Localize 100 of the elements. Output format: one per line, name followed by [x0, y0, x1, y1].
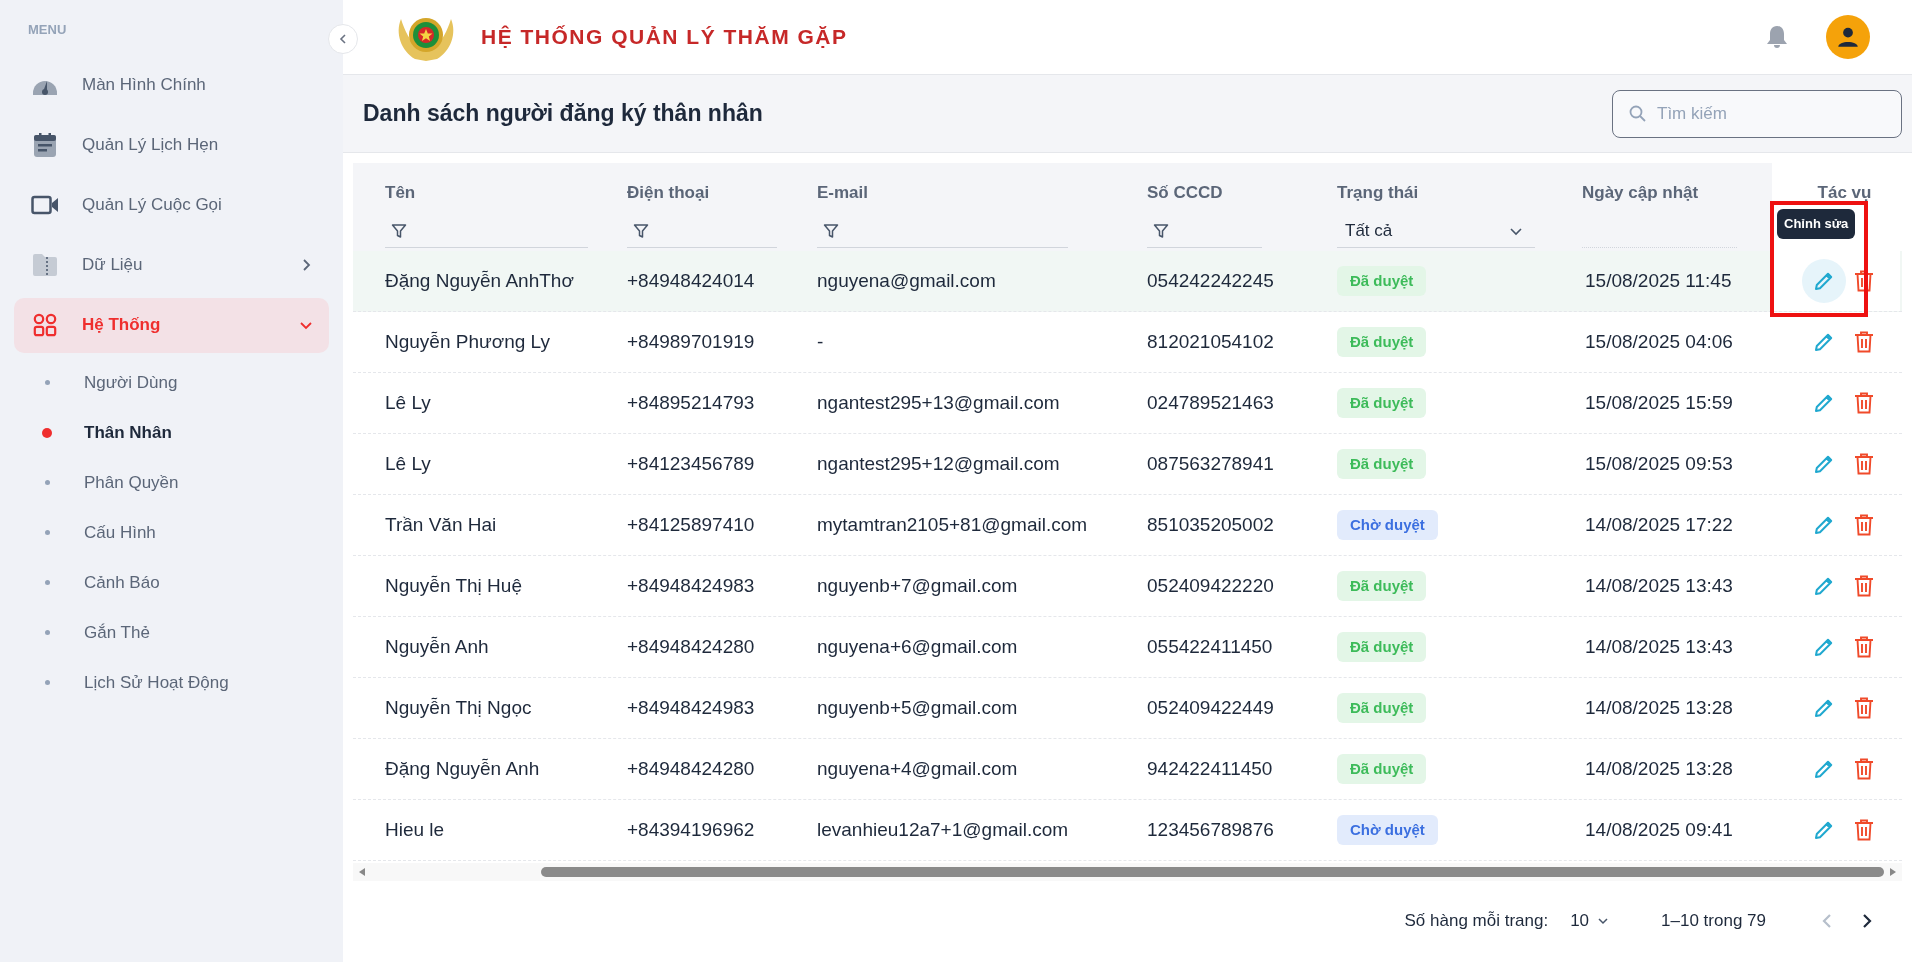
notification-bell-icon[interactable] — [1766, 25, 1788, 49]
table-cell: 123456789876 — [1147, 818, 1274, 840]
rows-per-page-select[interactable]: 10 — [1570, 908, 1610, 934]
sidebar-item[interactable]: Quản Lý Cuộc Gọi — [14, 177, 329, 233]
pencil-icon — [1813, 819, 1835, 841]
submenu-item[interactable]: Thân Nhân — [14, 407, 329, 458]
table-cell: Lê Ly — [385, 452, 431, 474]
status-badge: Đã duyệt — [1337, 326, 1427, 358]
chevron-left-icon — [337, 33, 349, 45]
pencil-icon — [1813, 270, 1835, 292]
search-field[interactable]: Tìm kiếm — [1612, 89, 1902, 138]
sidebar-item[interactable]: Dữ Liệu — [14, 237, 329, 293]
grid-icon — [33, 313, 57, 337]
chevron-down-icon — [1597, 915, 1610, 927]
table-cell: Nguyễn Anh — [385, 635, 489, 657]
pencil-icon — [1813, 392, 1835, 414]
edit-button[interactable] — [1802, 259, 1846, 303]
trash-icon — [1854, 575, 1874, 597]
table-cell: 942422411450 — [1147, 757, 1273, 779]
table-cell: nguyena@gmail.com — [817, 269, 996, 291]
submenu-item[interactable]: Cấu Hình — [14, 507, 329, 558]
status-filter-select[interactable]: Tất cả — [1337, 214, 1535, 248]
table-cell: 054242242245 — [1147, 269, 1274, 291]
table-cell: nguyenb+5@gmail.com — [817, 696, 1018, 718]
table-row[interactable]: Đặng Nguyễn AnhThơ +84948424014 nguyena@gmail.com 054242242245 Đã duyệt 15/08/2025 11:45 — [353, 251, 1902, 312]
filter-icon — [823, 222, 839, 239]
user-avatar[interactable] — [1826, 15, 1870, 59]
table-cell: 024789521463 — [1147, 391, 1274, 413]
table-cell: Nguyễn Thị Huệ — [385, 574, 522, 596]
pencil-icon — [1813, 331, 1835, 353]
trash-icon — [1854, 758, 1874, 780]
sidebar-item[interactable]: Hệ Thống — [14, 297, 329, 353]
trash-icon — [1854, 697, 1874, 719]
table-cell: Trần Văn Hai — [385, 513, 497, 535]
table-cell: 14/08/2025 17:22 — [1585, 513, 1733, 535]
scroll-left-arrow-icon[interactable] — [357, 867, 367, 877]
table-cell: +84989701919 — [627, 330, 755, 352]
pencil-icon — [1813, 453, 1835, 475]
table-cell: +84895214793 — [627, 391, 755, 413]
status-badge: Đã duyệt — [1337, 631, 1427, 663]
table-cell: 15/08/2025 09:53 — [1585, 452, 1733, 474]
table-cell: ngantest295+12@gmail.com — [817, 452, 1060, 474]
table-cell: 15/08/2025 04:06 — [1585, 330, 1733, 352]
horizontal-scrollbar[interactable] — [353, 863, 1902, 881]
table-cell: +84948424280 — [627, 757, 755, 779]
filter-icon — [1153, 222, 1169, 239]
table-cell: 14/08/2025 09:41 — [1585, 818, 1733, 840]
status-badge: Chờ duyệt — [1337, 509, 1438, 541]
table-cell: +84125897410 — [627, 513, 755, 535]
pencil-icon — [1813, 697, 1835, 719]
submenu-item[interactable]: Người Dùng — [14, 357, 329, 408]
table-cell: +84394196962 — [627, 818, 755, 840]
table-cell: Lê Ly — [385, 391, 431, 413]
table-cell: +84948424983 — [627, 696, 755, 718]
table-cell: 15/08/2025 11:45 — [1585, 269, 1732, 291]
status-badge: Đã duyệt — [1337, 265, 1427, 297]
pencil-icon — [1813, 636, 1835, 658]
pencil-icon — [1813, 758, 1835, 780]
trash-icon — [1854, 331, 1874, 353]
trash-icon — [1854, 636, 1874, 658]
table-cell: 14/08/2025 13:43 — [1585, 635, 1733, 657]
table-cell: Hieu le — [385, 818, 445, 840]
submenu-item[interactable]: Cảnh Báo — [14, 557, 329, 608]
search-icon — [1629, 104, 1646, 122]
page-title: Danh sách người đăng ký thân nhân — [363, 99, 763, 129]
submenu-item[interactable]: Lịch Sử Hoạt Động — [14, 657, 329, 708]
filter-icon — [633, 222, 649, 239]
scroll-right-arrow-icon[interactable] — [1888, 867, 1898, 877]
column-header[interactable]: Trạng thái — [1337, 180, 1565, 204]
table-cell: Nguyễn Phương Ly — [385, 330, 550, 352]
chevron-right-icon — [1860, 913, 1874, 929]
submenu-item[interactable]: Gắn Thẻ — [14, 607, 329, 658]
folder-icon — [32, 253, 58, 277]
table-cell: 14/08/2025 13:28 — [1585, 696, 1733, 718]
table-cell: nguyena+4@gmail.com — [817, 757, 1018, 779]
table-cell: Đặng Nguyễn Anh — [385, 757, 540, 779]
menu-heading: MENU — [27, 21, 68, 39]
status-badge: Đã duyệt — [1337, 753, 1427, 785]
submenu-item[interactable]: Phân Quyền — [14, 457, 329, 508]
pencil-icon — [1813, 575, 1835, 597]
filter-icon — [391, 222, 407, 239]
table-cell: mytamtran2105+81@gmail.com — [817, 513, 1088, 535]
trash-icon — [1854, 453, 1874, 475]
status-badge: Đã duyệt — [1337, 448, 1427, 480]
table-cell: 055422411450 — [1147, 635, 1273, 657]
column-header[interactable]: Tác vụ — [1817, 180, 1872, 204]
table-cell: 087563278941 — [1147, 452, 1274, 474]
trash-icon — [1854, 392, 1874, 414]
sidebar-item[interactable]: Quản Lý Lịch Hẹn — [14, 117, 329, 173]
sidebar-item[interactable]: Màn Hình Chính — [14, 57, 329, 113]
table-cell: 812021054102 — [1147, 330, 1274, 352]
trash-icon — [1854, 819, 1874, 841]
table-cell: levanhieu12a7+1@gmail.com — [817, 818, 1069, 840]
video-camera-icon — [31, 195, 59, 215]
rows-per-page-label: Số hàng mỗi trang: — [1404, 910, 1549, 933]
status-badge: Đã duyệt — [1337, 570, 1427, 602]
table-cell: +84948424983 — [627, 574, 755, 596]
table-cell: - — [817, 330, 824, 352]
trash-icon — [1854, 270, 1874, 292]
app-title: HỆ THỐNG QUẢN LÝ THĂM GẶP — [481, 24, 848, 51]
